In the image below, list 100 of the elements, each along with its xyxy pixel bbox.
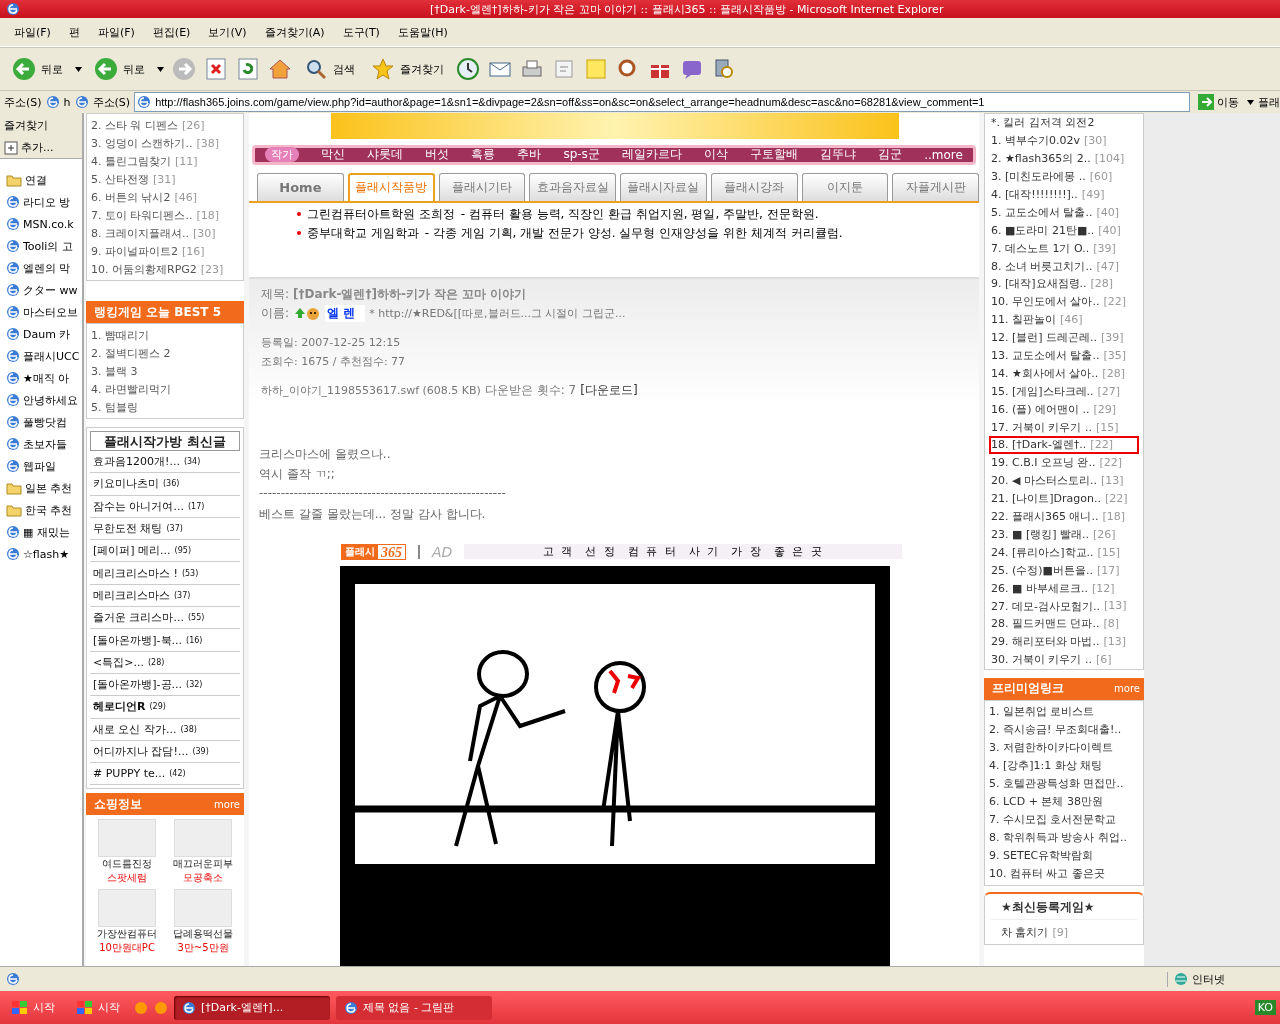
game-row[interactable]: 16. (플) 에어맨이 .. [29] (989, 400, 1139, 419)
post-link[interactable]: 효과음1200개!... (93, 454, 180, 470)
history-icon[interactable] (456, 57, 480, 81)
menu-item[interactable]: 도구(T) (334, 22, 388, 42)
favorite-item[interactable]: Daum 카 (23, 326, 71, 342)
game-row[interactable]: 29. 해리포터와 마법.. [13] (989, 632, 1139, 651)
post-link[interactable]: 메리크리스마스 ! (93, 565, 178, 581)
premium-link[interactable]: 7. 수시모집 호서전문학교 (989, 812, 1117, 828)
product-promo[interactable]: 모공축소 (166, 871, 240, 886)
premium-link[interactable]: 3. 저렴한하이카다이렉트 (989, 740, 1113, 756)
product-name[interactable]: 답례용떡선물 (166, 927, 240, 942)
quicklaunch-icon[interactable] (134, 1000, 148, 1015)
ad-link[interactable]: 그린컴퓨터아트학원 조희정 (307, 205, 455, 223)
game-row[interactable]: 22. 플래시365 애니.. [18] (989, 507, 1139, 526)
game-row[interactable]: 7. 데스노트 1기 O.. [39] (989, 239, 1139, 258)
ad-text[interactable]: 고 객 선 정 컴 퓨 터 사 기 가 장 좋 은 곳 (464, 544, 902, 560)
add-icon[interactable] (4, 140, 18, 155)
tab[interactable]: 플래시강좌 (710, 172, 798, 201)
game-row[interactable]: 11. 칠판놀이 [46] (989, 310, 1139, 329)
caret-icon[interactable] (1247, 99, 1254, 105)
game-row[interactable]: 3. [미친도라에몽 .. [60] (989, 167, 1139, 186)
language-indicator[interactable]: KO (1254, 1000, 1276, 1015)
author-link[interactable]: 김뚜냐 (820, 146, 857, 164)
post-link[interactable]: [돌아온까뱅]-북... (93, 632, 183, 648)
game-link[interactable]: 10. 어둠의황제RPG2 (91, 261, 197, 277)
tab[interactable]: 효과음자료실 (529, 172, 617, 201)
favorite-item[interactable]: MSN.co.k (23, 217, 74, 231)
back-button[interactable]: 뒤로 (8, 55, 67, 83)
post-link[interactable]: 키요미나츠미 (93, 476, 159, 492)
product-name[interactable]: 매끄러운피부 (166, 857, 240, 872)
author-link[interactable]: 샤롯데 (367, 146, 404, 164)
caret-icon[interactable] (157, 66, 164, 72)
premium-link[interactable]: 6. LCD + 본체 38만원 (989, 794, 1103, 810)
quicklaunch-icon[interactable] (154, 1000, 168, 1015)
premium-link[interactable]: 1. 일본취업 로비스트 (989, 704, 1095, 720)
ad-link[interactable]: 중부대학교 게임학과 (307, 224, 419, 242)
tab[interactable]: 플래시자료실 (620, 172, 707, 201)
game-link[interactable]: 6. 버튼의 낚시2 (91, 189, 171, 205)
post-link[interactable]: 메리크리스마스 (93, 587, 170, 603)
favorite-item[interactable]: ☆flash★ (23, 547, 70, 561)
game-link[interactable]: 5. 텀블링 (91, 399, 138, 415)
address-field[interactable]: http://flash365.joins.com/game/view.php?id=author&page=1&sn1=&divpage=2&sn=off&ss=on&sc=on&select_arrange=headnum&desc=asc&no=68281&view_comment=1 (134, 92, 1190, 112)
favorite-item[interactable]: 초보자들 (23, 436, 67, 452)
go-button[interactable]: 이동 (1194, 94, 1243, 110)
tab[interactable]: 플래시기타 (438, 172, 526, 201)
download-link[interactable]: [다운로드] (580, 381, 638, 399)
refresh-icon[interactable] (236, 57, 260, 81)
menu-item[interactable]: 도움말(H) (389, 22, 456, 42)
favorite-item[interactable]: 일본 추천 (25, 480, 73, 496)
product-promo[interactable]: 스팟세럼 (90, 871, 164, 886)
product-name[interactable]: 여드름진정 (90, 857, 164, 872)
game-link[interactable]: 5. 산타전쟁 (91, 171, 149, 187)
game-link[interactable]: 2. 절벽디펜스 2 (91, 345, 171, 361)
game-row[interactable]: 26. ■ 바부세르크.. [12] (989, 579, 1139, 598)
game-row[interactable]: 18. [†Dark-엘렌†.. [22] (989, 436, 1139, 454)
back-button[interactable]: 뒤로 (90, 55, 149, 83)
author-link[interactable]: 버섯 (425, 146, 450, 164)
game-row[interactable]: 28. 필드커맨드 던파.. [8] (989, 614, 1139, 633)
game-link[interactable]: 9. 파이널파이트2 (91, 243, 178, 259)
author-link[interactable]: 흑룡 (471, 146, 496, 164)
taskbar-button[interactable]: 제목 없음 - 그림판 (336, 995, 492, 1020)
game-row[interactable]: 4. [대작!!!!!!!!].. [49] (989, 185, 1139, 204)
game-row[interactable]: 17. 거북이 키우기 .. [15] (989, 418, 1139, 437)
favorite-item[interactable]: 한국 추천 (25, 502, 73, 518)
author-link[interactable]: 막신 (321, 146, 346, 164)
game-row[interactable]: 10. 무인도에서 살아.. [22] (989, 292, 1139, 311)
favorite-item[interactable]: 플래시UCC (23, 348, 80, 364)
author-link[interactable]: 김군 (878, 146, 903, 164)
game-link[interactable]: 1. 뺨때리기 (91, 327, 149, 343)
game-row[interactable]: 27. 데모-검사모험기.. [13] (989, 597, 1139, 615)
game-row[interactable]: 23. ■ [랭킹] 빨래.. [26] (989, 525, 1139, 544)
menu-item[interactable]: 보기(V) (200, 22, 255, 42)
game-row[interactable]: 25. (수정)■버튼을.. [17] (989, 561, 1139, 580)
game-link[interactable]: 8. 크레이지플래셔.. (91, 225, 189, 241)
favorite-item[interactable]: 엘렌의 막 (23, 260, 71, 276)
favorite-item[interactable]: 연결 (25, 172, 47, 188)
game-link[interactable]: 4. 틀린그림찾기 (91, 153, 171, 169)
post-link[interactable]: [페이퍼] 메리... (93, 543, 171, 559)
favorite-item[interactable]: 마스터오브 (23, 304, 78, 320)
more-link[interactable]: ..more (924, 147, 963, 162)
post-link[interactable]: # PUPPY te... (93, 767, 166, 781)
product-name[interactable]: 가장싼컴퓨터 (90, 927, 164, 942)
forward-icon[interactable] (172, 57, 196, 81)
premium-link[interactable]: 8. 학위취득과 방송사 취업.. (989, 830, 1127, 846)
home-icon[interactable] (268, 57, 292, 81)
post-link[interactable]: 무한도전 채팅 (93, 521, 163, 537)
game-row[interactable]: 12. [블런] 드레곤레.. [39] (989, 328, 1139, 347)
post-link[interactable]: 즐거운 크리스마... (93, 610, 184, 626)
author-link[interactable]: 이삭 (703, 146, 728, 164)
game-link[interactable]: 3. 블랙 3 (91, 363, 138, 379)
game-row[interactable]: 13. 교도소에서 탈출.. [35] (989, 346, 1139, 365)
favorite-item[interactable]: ★매직 아 (23, 370, 70, 386)
game-link[interactable]: 2. 스타 워 디펜스 (91, 117, 178, 133)
favorite-item[interactable]: 웹파일 (23, 458, 56, 474)
tab[interactable]: 이지툰 (801, 172, 889, 201)
premium-link[interactable]: 4. [강추]1:1 화상 채팅 (989, 758, 1103, 774)
game-row[interactable]: *. 킬러 김저격 외전2 (989, 114, 1139, 132)
research-icon[interactable] (712, 57, 736, 81)
post-link[interactable]: [돌아온까뱅]-공... (93, 677, 183, 693)
game-row[interactable]: 24. [류리아스]학교.. [15] (989, 543, 1139, 562)
